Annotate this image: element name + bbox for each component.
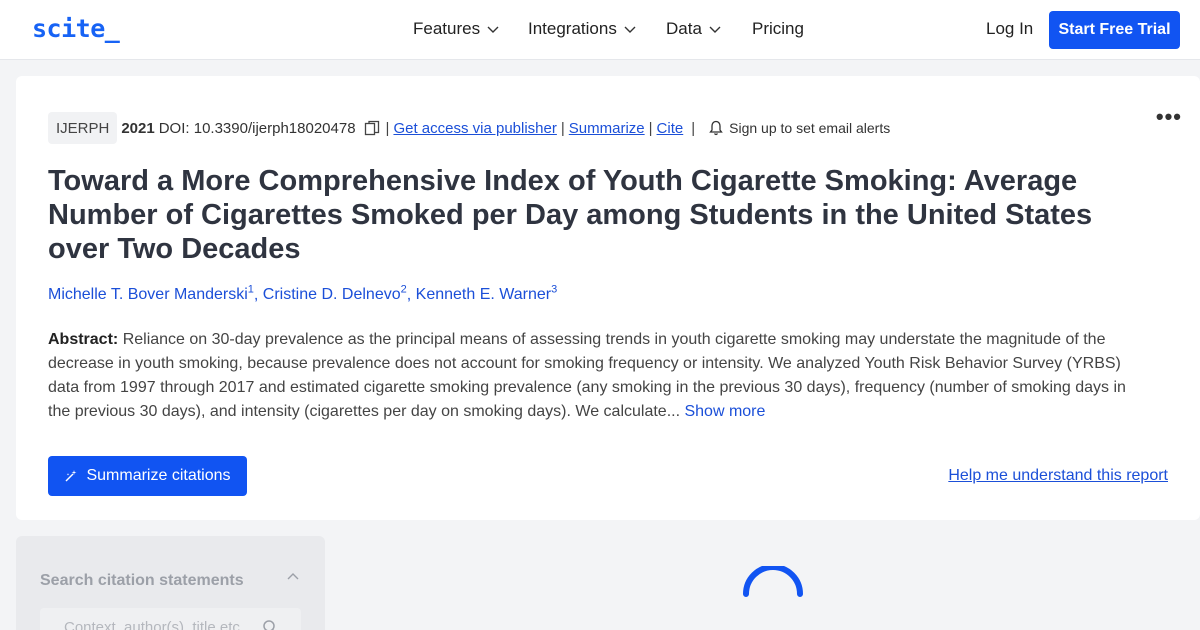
abstract-text: Reliance on 30-day prevalence as the pri… (48, 331, 1126, 420)
magic-wand-icon (65, 470, 77, 482)
separator: | (560, 119, 565, 137)
paper-title: Toward a More Comprehensive Index of You… (48, 165, 1093, 265)
nav-data-label: Data (666, 19, 702, 38)
citation-search-panel: Search citation statements Context, auth… (16, 536, 325, 630)
more-horizontal-icon[interactable]: ••• (1156, 104, 1182, 130)
scite-logo[interactable]: scite_ (32, 14, 120, 43)
summarize-citations-label: Summarize citations (86, 467, 231, 484)
publication-year: 2021 (121, 119, 155, 137)
nav-features[interactable]: Features (413, 19, 500, 39)
paper-card: IJERPH 2021 DOI: 10.3390/ijerph18020478 … (16, 76, 1200, 520)
bell-icon[interactable] (709, 120, 723, 136)
author-link[interactable]: Michelle T. Bover Manderski1 (48, 284, 254, 303)
citation-search-placeholder: Context, author(s), title etc. (64, 619, 245, 630)
abstract: Abstract: Reliance on 30-day prevalence … (48, 328, 1138, 424)
author-link[interactable]: Cristine D. Delnevo2 (263, 284, 407, 303)
chevron-down-icon (709, 26, 721, 33)
top-navbar: scite_ Features Integrations Data Pricin… (0, 0, 1200, 60)
separator: | (648, 119, 653, 137)
nav-integrations-label: Integrations (528, 19, 617, 38)
copy-icon[interactable] (364, 120, 380, 136)
loading-spinner-icon (743, 566, 803, 597)
email-alerts-link[interactable]: Sign up to set email alerts (729, 120, 890, 136)
nav-pricing-label: Pricing (752, 19, 804, 38)
show-more-link[interactable]: Show more (684, 403, 765, 420)
nav-pricing[interactable]: Pricing (752, 19, 804, 39)
chevron-down-icon (487, 26, 499, 33)
chevron-up-icon[interactable] (286, 570, 300, 584)
separator: | (691, 119, 696, 137)
login-link[interactable]: Log In (986, 19, 1033, 39)
author-link[interactable]: Kenneth E. Warner3 (416, 284, 558, 303)
start-free-trial-button[interactable]: Start Free Trial (1049, 11, 1180, 49)
get-access-link[interactable]: Get access via publisher (393, 120, 556, 137)
abstract-label: Abstract: (48, 331, 119, 348)
separator: | (385, 119, 390, 137)
author-list: Michelle T. Bover Manderski1, Cristine D… (48, 284, 558, 304)
paper-meta-row: IJERPH 2021 DOI: 10.3390/ijerph18020478 … (48, 112, 890, 144)
help-understand-link[interactable]: Help me understand this report (948, 467, 1168, 485)
chevron-down-icon (624, 26, 636, 33)
cite-link[interactable]: Cite (657, 120, 684, 137)
nav-data[interactable]: Data (666, 19, 722, 39)
search-icon[interactable] (262, 619, 278, 630)
summarize-citations-button[interactable]: Summarize citations (48, 456, 247, 496)
citation-search-title: Search citation statements (40, 572, 244, 589)
journal-badge[interactable]: IJERPH (48, 112, 118, 144)
nav-features-label: Features (413, 19, 481, 38)
nav-integrations[interactable]: Integrations (528, 19, 637, 39)
summarize-link[interactable]: Summarize (569, 120, 645, 137)
citation-search-input[interactable]: Context, author(s), title etc. (40, 608, 301, 630)
doi-text: DOI: 10.3390/ijerph18020478 (158, 119, 356, 137)
